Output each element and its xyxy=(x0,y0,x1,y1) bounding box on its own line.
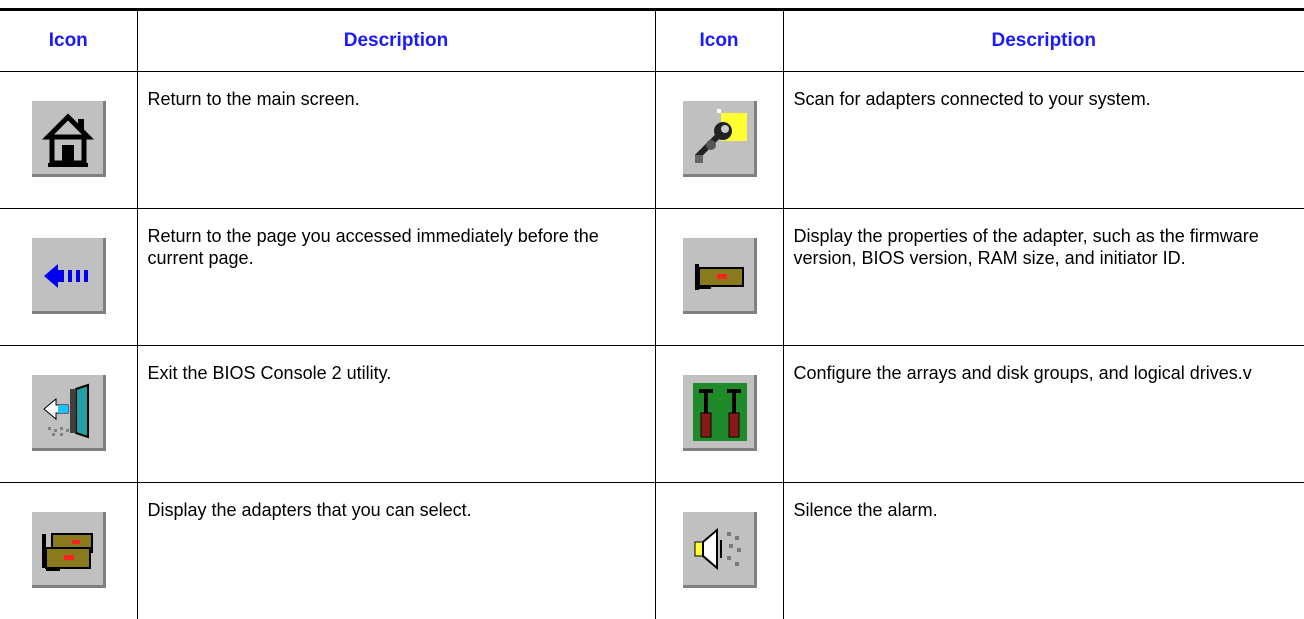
icon-cell xyxy=(655,346,783,483)
description-cell: Display the properties of the adapter, s… xyxy=(783,209,1304,346)
column-header-description-right: Description xyxy=(783,11,1304,72)
icon-cell xyxy=(0,72,137,209)
column-header-icon-left: Icon xyxy=(0,11,137,72)
description-cell: Scan for adapters connected to your syst… xyxy=(783,72,1304,209)
icon-cell xyxy=(655,209,783,346)
adapter-properties-icon xyxy=(681,236,757,314)
exit-door-icon xyxy=(30,373,106,451)
icon-cell xyxy=(655,72,783,209)
description-cell: Return to the main screen. xyxy=(137,72,655,209)
table-row: Exit the BIOS Console 2 utility. Configu… xyxy=(0,346,1304,483)
description-cell: Display the adapters that you can select… xyxy=(137,483,655,619)
back-arrow-icon xyxy=(30,236,106,314)
table-row: Return to the main screen. Scan for adap… xyxy=(0,72,1304,209)
table-row: Return to the page you accessed immediat… xyxy=(0,209,1304,346)
description-cell: Silence the alarm. xyxy=(783,483,1304,619)
table-header-row: Icon Description Icon Description xyxy=(0,11,1304,72)
description-cell: Return to the page you accessed immediat… xyxy=(137,209,655,346)
select-adapters-icon xyxy=(30,510,106,588)
column-header-description-left: Description xyxy=(137,11,655,72)
icon-cell xyxy=(0,209,137,346)
configure-arrays-icon xyxy=(681,373,757,451)
scan-adapters-icon xyxy=(681,99,757,177)
silence-alarm-icon xyxy=(681,510,757,588)
icon-cell xyxy=(0,483,137,619)
icon-cell xyxy=(0,346,137,483)
icon-reference-table: Icon Description Icon Description Re xyxy=(0,11,1304,619)
home-icon xyxy=(30,99,106,177)
icon-cell xyxy=(655,483,783,619)
table-row: Display the adapters that you can select… xyxy=(0,483,1304,619)
column-header-icon-right: Icon xyxy=(655,11,783,72)
description-cell: Configure the arrays and disk groups, an… xyxy=(783,346,1304,483)
description-cell: Exit the BIOS Console 2 utility. xyxy=(137,346,655,483)
